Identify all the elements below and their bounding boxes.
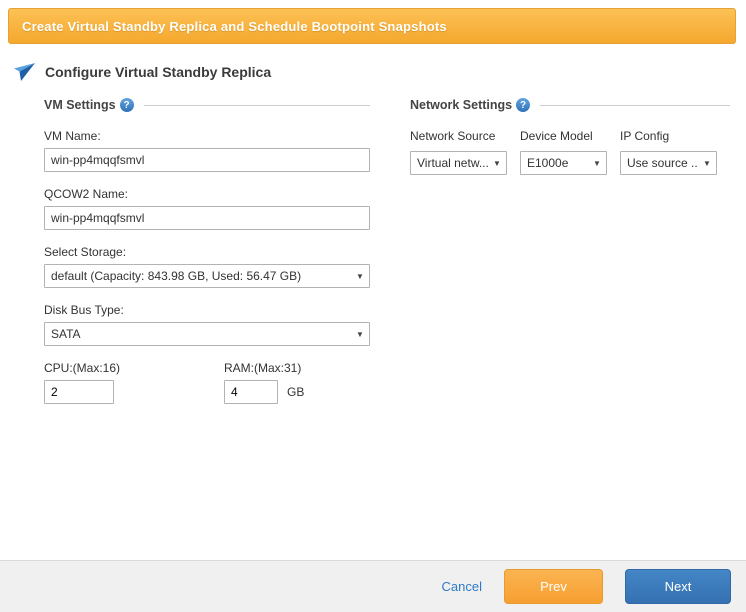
qcow2-name-label: QCOW2 Name: [44,187,370,201]
network-settings-rule [540,105,730,106]
ram-field: RAM:(Max:31) GB [224,361,304,404]
vm-settings-title: VM Settings [44,98,116,112]
ram-unit-label: GB [287,385,304,399]
disk-bus-select[interactable]: SATA ▼ [44,322,370,346]
section-title: Configure Virtual Standby Replica [45,64,271,80]
storage-select[interactable]: default (Capacity: 843.98 GB, Used: 56.4… [44,264,370,288]
chevron-down-icon: ▼ [588,159,606,168]
device-model-select-value: E1000e [521,156,588,170]
footer-action-bar: Cancel Prev Next [0,560,746,612]
ip-config-select-value: Use source ... [621,156,698,170]
storage-field: Select Storage: default (Capacity: 843.9… [44,245,370,288]
cpu-field: CPU:(Max:16) [44,361,224,404]
disk-bus-label: Disk Bus Type: [44,303,370,317]
storage-select-value: default (Capacity: 843.98 GB, Used: 56.4… [45,269,351,283]
network-source-select-value: Virtual netw... [411,156,488,170]
chevron-down-icon: ▼ [351,330,369,339]
blue-arrow-icon [14,62,36,82]
dialog-title: Create Virtual Standby Replica and Sched… [22,19,447,34]
network-source-label: Network Source [410,129,507,143]
network-settings-column: Network Settings ? Network Source Virtua… [410,96,730,404]
network-source-field: Network Source Virtual netw... ▼ [410,129,507,175]
network-settings-header: Network Settings ? [410,96,730,114]
device-model-label: Device Model [520,129,607,143]
chevron-down-icon: ▼ [698,159,716,168]
storage-label: Select Storage: [44,245,370,259]
ram-label: RAM:(Max:31) [224,361,304,375]
chevron-down-icon: ▼ [351,272,369,281]
network-selects-row: Network Source Virtual netw... ▼ Device … [410,129,730,175]
device-model-field: Device Model E1000e ▼ [520,129,607,175]
qcow2-name-field: QCOW2 Name: [44,187,370,230]
disk-bus-select-value: SATA [45,327,351,341]
chevron-down-icon: ▼ [488,159,506,168]
prev-button[interactable]: Prev [504,569,603,604]
network-source-select[interactable]: Virtual netw... ▼ [410,151,507,175]
dialog-title-bar: Create Virtual Standby Replica and Sched… [8,8,736,44]
qcow2-name-input[interactable] [44,206,370,230]
vm-name-input[interactable] [44,148,370,172]
vm-settings-column: VM Settings ? VM Name: QCOW2 Name: Selec… [44,96,370,404]
device-model-select[interactable]: E1000e ▼ [520,151,607,175]
vm-settings-help-icon[interactable]: ? [120,98,134,112]
network-settings-help-icon[interactable]: ? [516,98,530,112]
vm-name-label: VM Name: [44,129,370,143]
disk-bus-field: Disk Bus Type: SATA ▼ [44,303,370,346]
vm-settings-header: VM Settings ? [44,96,370,114]
ram-input[interactable] [224,380,278,404]
cpu-label: CPU:(Max:16) [44,361,224,375]
ip-config-label: IP Config [620,129,717,143]
cancel-button[interactable]: Cancel [442,579,482,594]
section-header: Configure Virtual Standby Replica [14,62,271,82]
vm-name-field: VM Name: [44,129,370,172]
form-columns: VM Settings ? VM Name: QCOW2 Name: Selec… [44,96,730,404]
cpu-ram-row: CPU:(Max:16) RAM:(Max:31) GB [44,361,370,404]
network-settings-title: Network Settings [410,98,512,112]
ip-config-select[interactable]: Use source ... ▼ [620,151,717,175]
cpu-input[interactable] [44,380,114,404]
ip-config-field: IP Config Use source ... ▼ [620,129,717,175]
next-button[interactable]: Next [625,569,731,604]
vm-settings-rule [144,105,370,106]
